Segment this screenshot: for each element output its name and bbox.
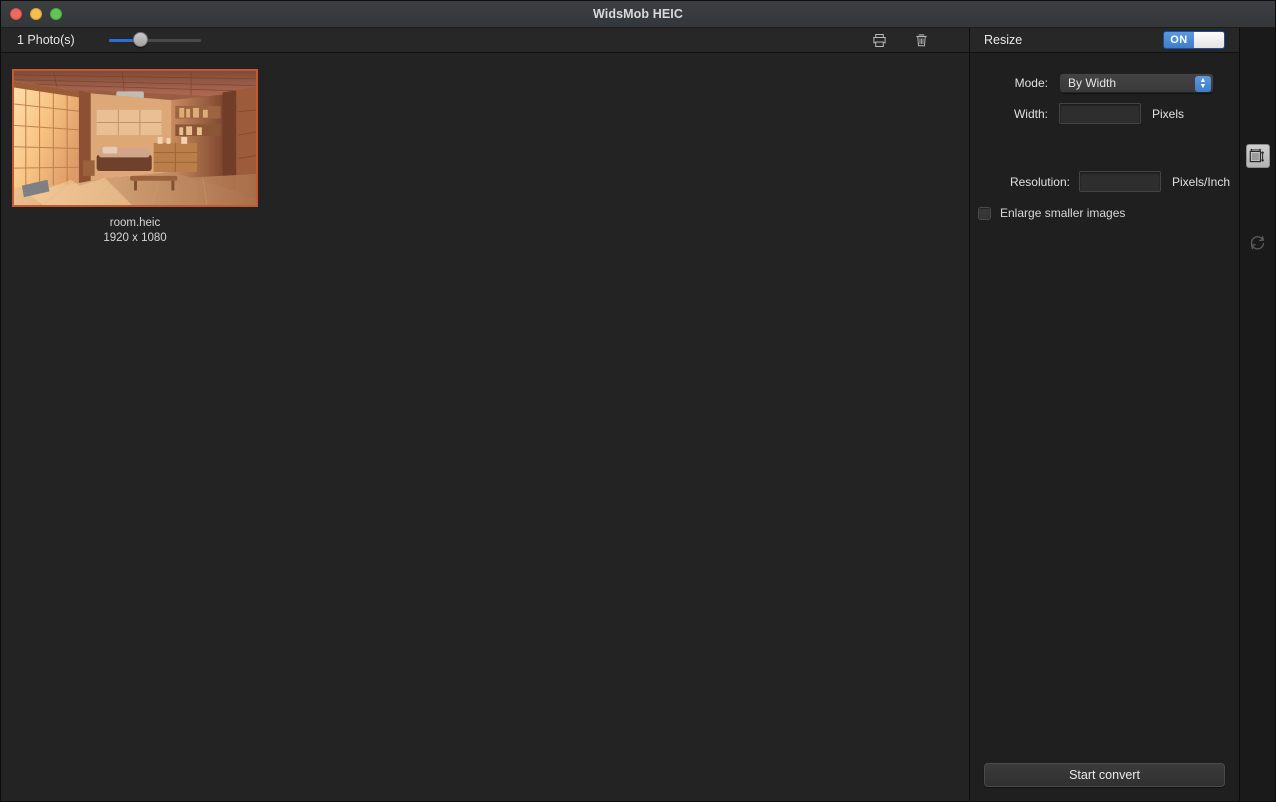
resize-panel: Resize ON Mode: By Width ▲ ▼ Width: Pixe… bbox=[969, 28, 1239, 801]
width-unit-label: Pixels bbox=[1152, 106, 1185, 121]
print-icon[interactable] bbox=[869, 30, 889, 50]
gallery-item[interactable]: room.heic 1920 x 1080 bbox=[11, 69, 259, 246]
slider-knob[interactable] bbox=[132, 32, 148, 47]
mode-row: Mode: By Width ▲ ▼ bbox=[970, 73, 1239, 93]
chevron-updown-icon[interactable]: ▲ ▼ bbox=[1195, 76, 1211, 92]
mode-select-value: By Width bbox=[1068, 76, 1117, 90]
resolution-row: Resolution: Pixels/Inch bbox=[970, 171, 1239, 192]
thumbnail-size-slider[interactable] bbox=[108, 30, 201, 50]
toggle-knob bbox=[1194, 32, 1224, 48]
room-photo-artwork bbox=[14, 71, 256, 205]
app-window: WidsMob HEIC 1 Photo(s) room.heic 1920 x… bbox=[0, 0, 1276, 802]
title-bar: WidsMob HEIC bbox=[1, 1, 1275, 28]
enlarge-label: Enlarge smaller images bbox=[1000, 206, 1126, 220]
enlarge-row[interactable]: Enlarge smaller images bbox=[970, 206, 1239, 220]
toolbar-icon-group bbox=[869, 30, 959, 50]
mode-select[interactable]: By Width ▲ ▼ bbox=[1059, 73, 1214, 93]
app-body: 1 Photo(s) room.heic 1920 x 1080 Resize … bbox=[1, 28, 1275, 801]
start-convert-button[interactable]: Start convert bbox=[984, 763, 1225, 787]
photo-filename: room.heic bbox=[109, 217, 161, 229]
photo-count-label: 1 Photo(s) bbox=[17, 33, 75, 47]
resize-toggle[interactable]: ON bbox=[1163, 31, 1225, 49]
panel-title: Resize bbox=[984, 33, 1023, 47]
resolution-unit-label: Pixels/Inch bbox=[1172, 174, 1231, 189]
enlarge-checkbox[interactable] bbox=[978, 206, 991, 220]
photo-dimensions: 1920 x 1080 bbox=[103, 232, 167, 244]
tool-rail bbox=[1239, 28, 1275, 801]
panel-body: Mode: By Width ▲ ▼ Width: Pixels Resoluti… bbox=[970, 53, 1239, 763]
photo-toolbar: 1 Photo(s) bbox=[1, 28, 969, 53]
width-input[interactable] bbox=[1059, 103, 1141, 124]
width-row: Width: Pixels bbox=[970, 103, 1239, 124]
photo-area: 1 Photo(s) room.heic 1920 x 1080 bbox=[1, 28, 969, 801]
window-title: WidsMob HEIC bbox=[593, 7, 683, 21]
mode-label: Mode: bbox=[1014, 76, 1048, 90]
photo-caption: room.heic 1920 x 1080 bbox=[103, 216, 166, 246]
resolution-input[interactable] bbox=[1079, 171, 1161, 192]
panel-header: Resize ON bbox=[970, 28, 1239, 53]
toggle-on-label: ON bbox=[1164, 32, 1194, 48]
photo-thumbnail[interactable] bbox=[12, 69, 258, 207]
width-label: Width: bbox=[1013, 106, 1048, 121]
panel-footer: Start convert bbox=[970, 763, 1239, 801]
resize-tool-icon[interactable] bbox=[1245, 144, 1270, 168]
trash-icon[interactable] bbox=[911, 30, 931, 50]
resolution-label: Resolution: bbox=[1009, 174, 1070, 189]
photo-gallery[interactable]: room.heic 1920 x 1080 bbox=[1, 53, 969, 801]
rotate-tool-icon[interactable] bbox=[1246, 230, 1270, 254]
